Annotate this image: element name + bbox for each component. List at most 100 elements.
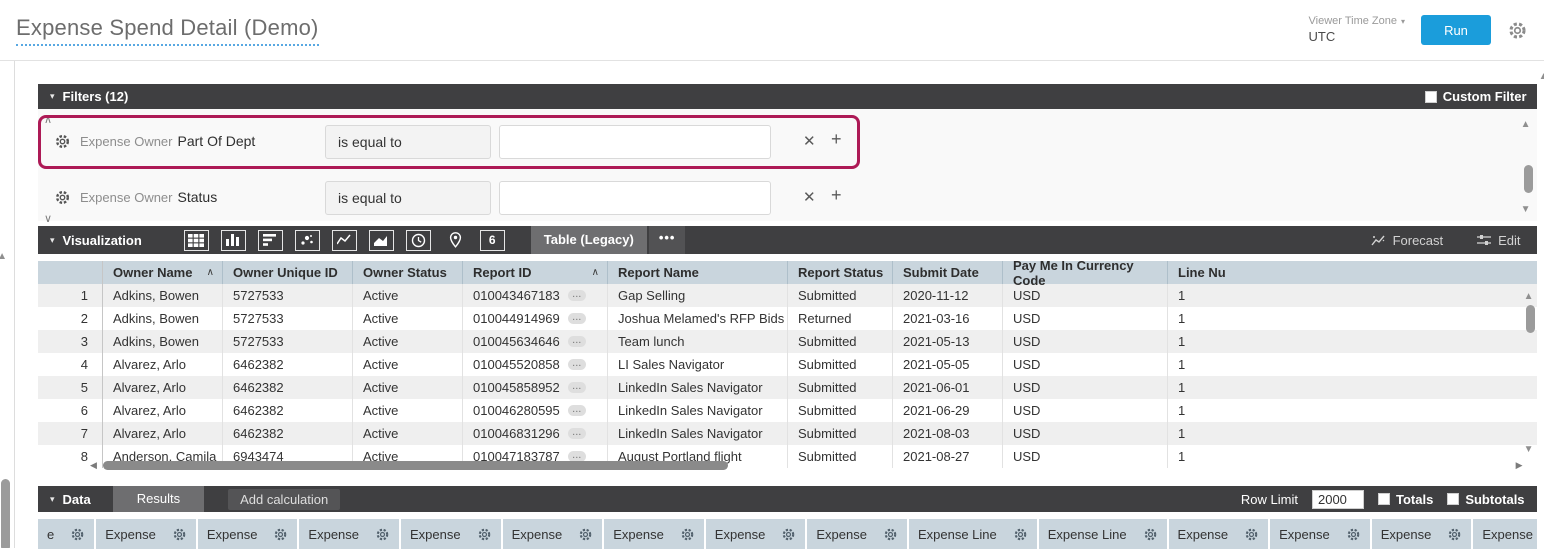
cell-owner-name[interactable]: Alvarez, Arlo <box>103 376 223 399</box>
chip-gear-icon[interactable] <box>1346 527 1361 542</box>
table-row[interactable]: 4 Alvarez, Arlo 6462382 Active 010045520… <box>38 353 1537 376</box>
horizontal-scrollbar-thumb[interactable] <box>102 461 728 470</box>
table-row[interactable]: 5 Alvarez, Arlo 6462382 Active 010045858… <box>38 376 1537 399</box>
table-row[interactable]: 6 Alvarez, Arlo 6462382 Active 010046280… <box>38 399 1537 422</box>
cell-submit-date[interactable]: 2021-03-16 <box>893 307 1003 330</box>
data-column-chip[interactable]: Expense <box>1371 519 1474 549</box>
chip-gear-icon[interactable] <box>172 527 187 542</box>
cell-report-status[interactable]: Submitted <box>788 399 893 422</box>
totals-checkbox[interactable] <box>1377 493 1390 505</box>
cell-report-name[interactable]: LI Sales Navigator <box>608 353 788 376</box>
chip-gear-icon[interactable] <box>477 527 492 542</box>
ellipsis-badge[interactable]: ... <box>567 334 586 347</box>
table-row[interactable]: 1 Adkins, Bowen 5727533 Active 010043467… <box>38 284 1537 307</box>
sort-asc-icon[interactable]: ∧ <box>207 267 222 278</box>
area-chart-icon[interactable] <box>368 229 394 251</box>
cell-owner-status[interactable]: Active <box>353 330 463 353</box>
custom-filter-toggle[interactable]: Custom Filter <box>1424 89 1537 104</box>
cell-owner-status[interactable]: Active <box>353 422 463 445</box>
cell-currency[interactable]: USD <box>1003 353 1168 376</box>
tab-results[interactable]: Results <box>112 486 205 512</box>
cell-submit-date[interactable]: 2021-05-13 <box>893 330 1003 353</box>
cell-currency[interactable]: USD <box>1003 307 1168 330</box>
table-row[interactable]: 7 Alvarez, Arlo 6462382 Active 010046831… <box>38 422 1537 445</box>
custom-filter-checkbox[interactable] <box>1424 90 1437 103</box>
add-filter-icon[interactable]: + <box>831 185 842 206</box>
cell-owner-unique-id[interactable]: 6462382 <box>223 422 353 445</box>
data-column-chip[interactable]: Expense <box>96 519 198 549</box>
column-header-owner-name[interactable]: Owner Name ∧ <box>103 261 223 284</box>
collapse-data-icon[interactable]: ▾ <box>50 494 55 505</box>
number-kpi-icon[interactable]: 6 <box>479 229 505 251</box>
cell-report-id[interactable]: 010046831296... <box>463 422 608 445</box>
cell-currency[interactable]: USD <box>1003 422 1168 445</box>
cell-currency[interactable]: USD <box>1003 376 1168 399</box>
cell-submit-date[interactable]: 2020-11-12 <box>893 284 1003 307</box>
cell-owner-status[interactable]: Active <box>353 399 463 422</box>
data-column-chip[interactable]: Expense <box>502 519 605 549</box>
edit-button[interactable]: Edit <box>1477 233 1521 248</box>
sidebar-scroll-up-icon[interactable]: ▲ <box>0 251 7 262</box>
filters-scroll-up-icon[interactable]: ▲ <box>1521 119 1531 130</box>
sidebar-scrollbar-thumb[interactable] <box>1 479 10 548</box>
cell-currency[interactable]: USD <box>1003 284 1168 307</box>
add-filter-icon[interactable]: + <box>831 129 842 150</box>
cell-report-name[interactable]: Joshua Melamed's RFP Bids <box>608 307 788 330</box>
cell-report-name[interactable]: Gap Selling <box>608 284 788 307</box>
cell-owner-unique-id[interactable]: 6462382 <box>223 376 353 399</box>
page-title[interactable]: Expense Spend Detail (Demo) <box>16 15 319 46</box>
cell-owner-status[interactable]: Active <box>353 307 463 330</box>
filters-scrollbar-thumb[interactable] <box>1523 165 1533 193</box>
ellipsis-badge[interactable]: ... <box>567 403 586 416</box>
more-visualizations-icon[interactable]: ••• <box>648 226 686 254</box>
run-button[interactable]: Run <box>1421 15 1491 45</box>
chip-gear-icon[interactable] <box>781 527 796 542</box>
remove-filter-icon[interactable]: ✕ <box>803 132 816 150</box>
data-column-chip[interactable]: Expense <box>197 519 300 549</box>
table-grid-icon[interactable] <box>183 229 209 251</box>
chip-gear-icon[interactable] <box>578 527 593 542</box>
totals-toggle[interactable]: Totals <box>1377 492 1433 507</box>
chip-gear-icon[interactable] <box>1143 527 1158 542</box>
cell-owner-unique-id[interactable]: 6462382 <box>223 399 353 422</box>
cell-owner-name[interactable]: Adkins, Bowen <box>103 307 223 330</box>
collapse-filters-icon[interactable]: ▾ <box>50 91 55 102</box>
cell-report-id[interactable]: 010043467183... <box>463 284 608 307</box>
filter-operator-select[interactable]: is equal to <box>325 125 491 159</box>
cell-line-number[interactable]: 1 <box>1168 353 1537 376</box>
cell-owner-name[interactable]: Adkins, Bowen <box>103 284 223 307</box>
column-chart-icon[interactable] <box>220 229 246 251</box>
data-column-chip[interactable]: Expense Line <box>1038 519 1169 549</box>
data-column-chip[interactable]: Expense <box>299 519 402 549</box>
cell-report-status[interactable]: Submitted <box>788 284 893 307</box>
cell-currency[interactable]: USD <box>1003 399 1168 422</box>
data-column-chip[interactable]: Expense <box>1270 519 1372 549</box>
cell-submit-date[interactable]: 2021-06-29 <box>893 399 1003 422</box>
filter-operator-select[interactable]: is equal to <box>325 181 491 215</box>
data-column-chip[interactable]: e <box>38 519 97 549</box>
remove-filter-icon[interactable]: ✕ <box>803 188 816 206</box>
collapse-visualization-icon[interactable]: ▾ <box>50 235 55 246</box>
row-limit-input[interactable] <box>1311 489 1364 509</box>
cell-submit-date[interactable]: 2021-06-01 <box>893 376 1003 399</box>
cell-report-id[interactable]: 010044914969... <box>463 307 608 330</box>
cell-report-status[interactable]: Submitted <box>788 330 893 353</box>
filters-scroll-down-icon[interactable]: ▼ <box>1521 204 1531 215</box>
bar-chart-icon[interactable] <box>257 229 283 251</box>
filters-bar[interactable]: ▾ Filters (12) Custom Filter <box>38 84 1537 109</box>
column-header-line-number[interactable]: Line Nu <box>1168 261 1537 284</box>
cell-line-number[interactable]: 1 <box>1168 284 1537 307</box>
cell-report-status[interactable]: Submitted <box>788 422 893 445</box>
cell-report-status[interactable]: Submitted <box>788 353 893 376</box>
cell-line-number[interactable]: 1 <box>1168 422 1537 445</box>
cell-owner-unique-id[interactable]: 5727533 <box>223 284 353 307</box>
cell-owner-name[interactable]: Alvarez, Arlo <box>103 399 223 422</box>
subtotals-toggle[interactable]: Subtotals <box>1447 492 1525 507</box>
table-row[interactable]: 3 Adkins, Bowen 5727533 Active 010045634… <box>38 330 1537 353</box>
cell-line-number[interactable]: 1 <box>1168 307 1537 330</box>
data-column-chip[interactable]: Expense <box>604 519 706 549</box>
clock-icon[interactable] <box>405 229 431 251</box>
collapse-row-icon[interactable]: ∧ <box>44 113 52 126</box>
data-column-chip[interactable]: Expense <box>1473 519 1537 549</box>
subtotals-checkbox[interactable] <box>1447 493 1460 505</box>
